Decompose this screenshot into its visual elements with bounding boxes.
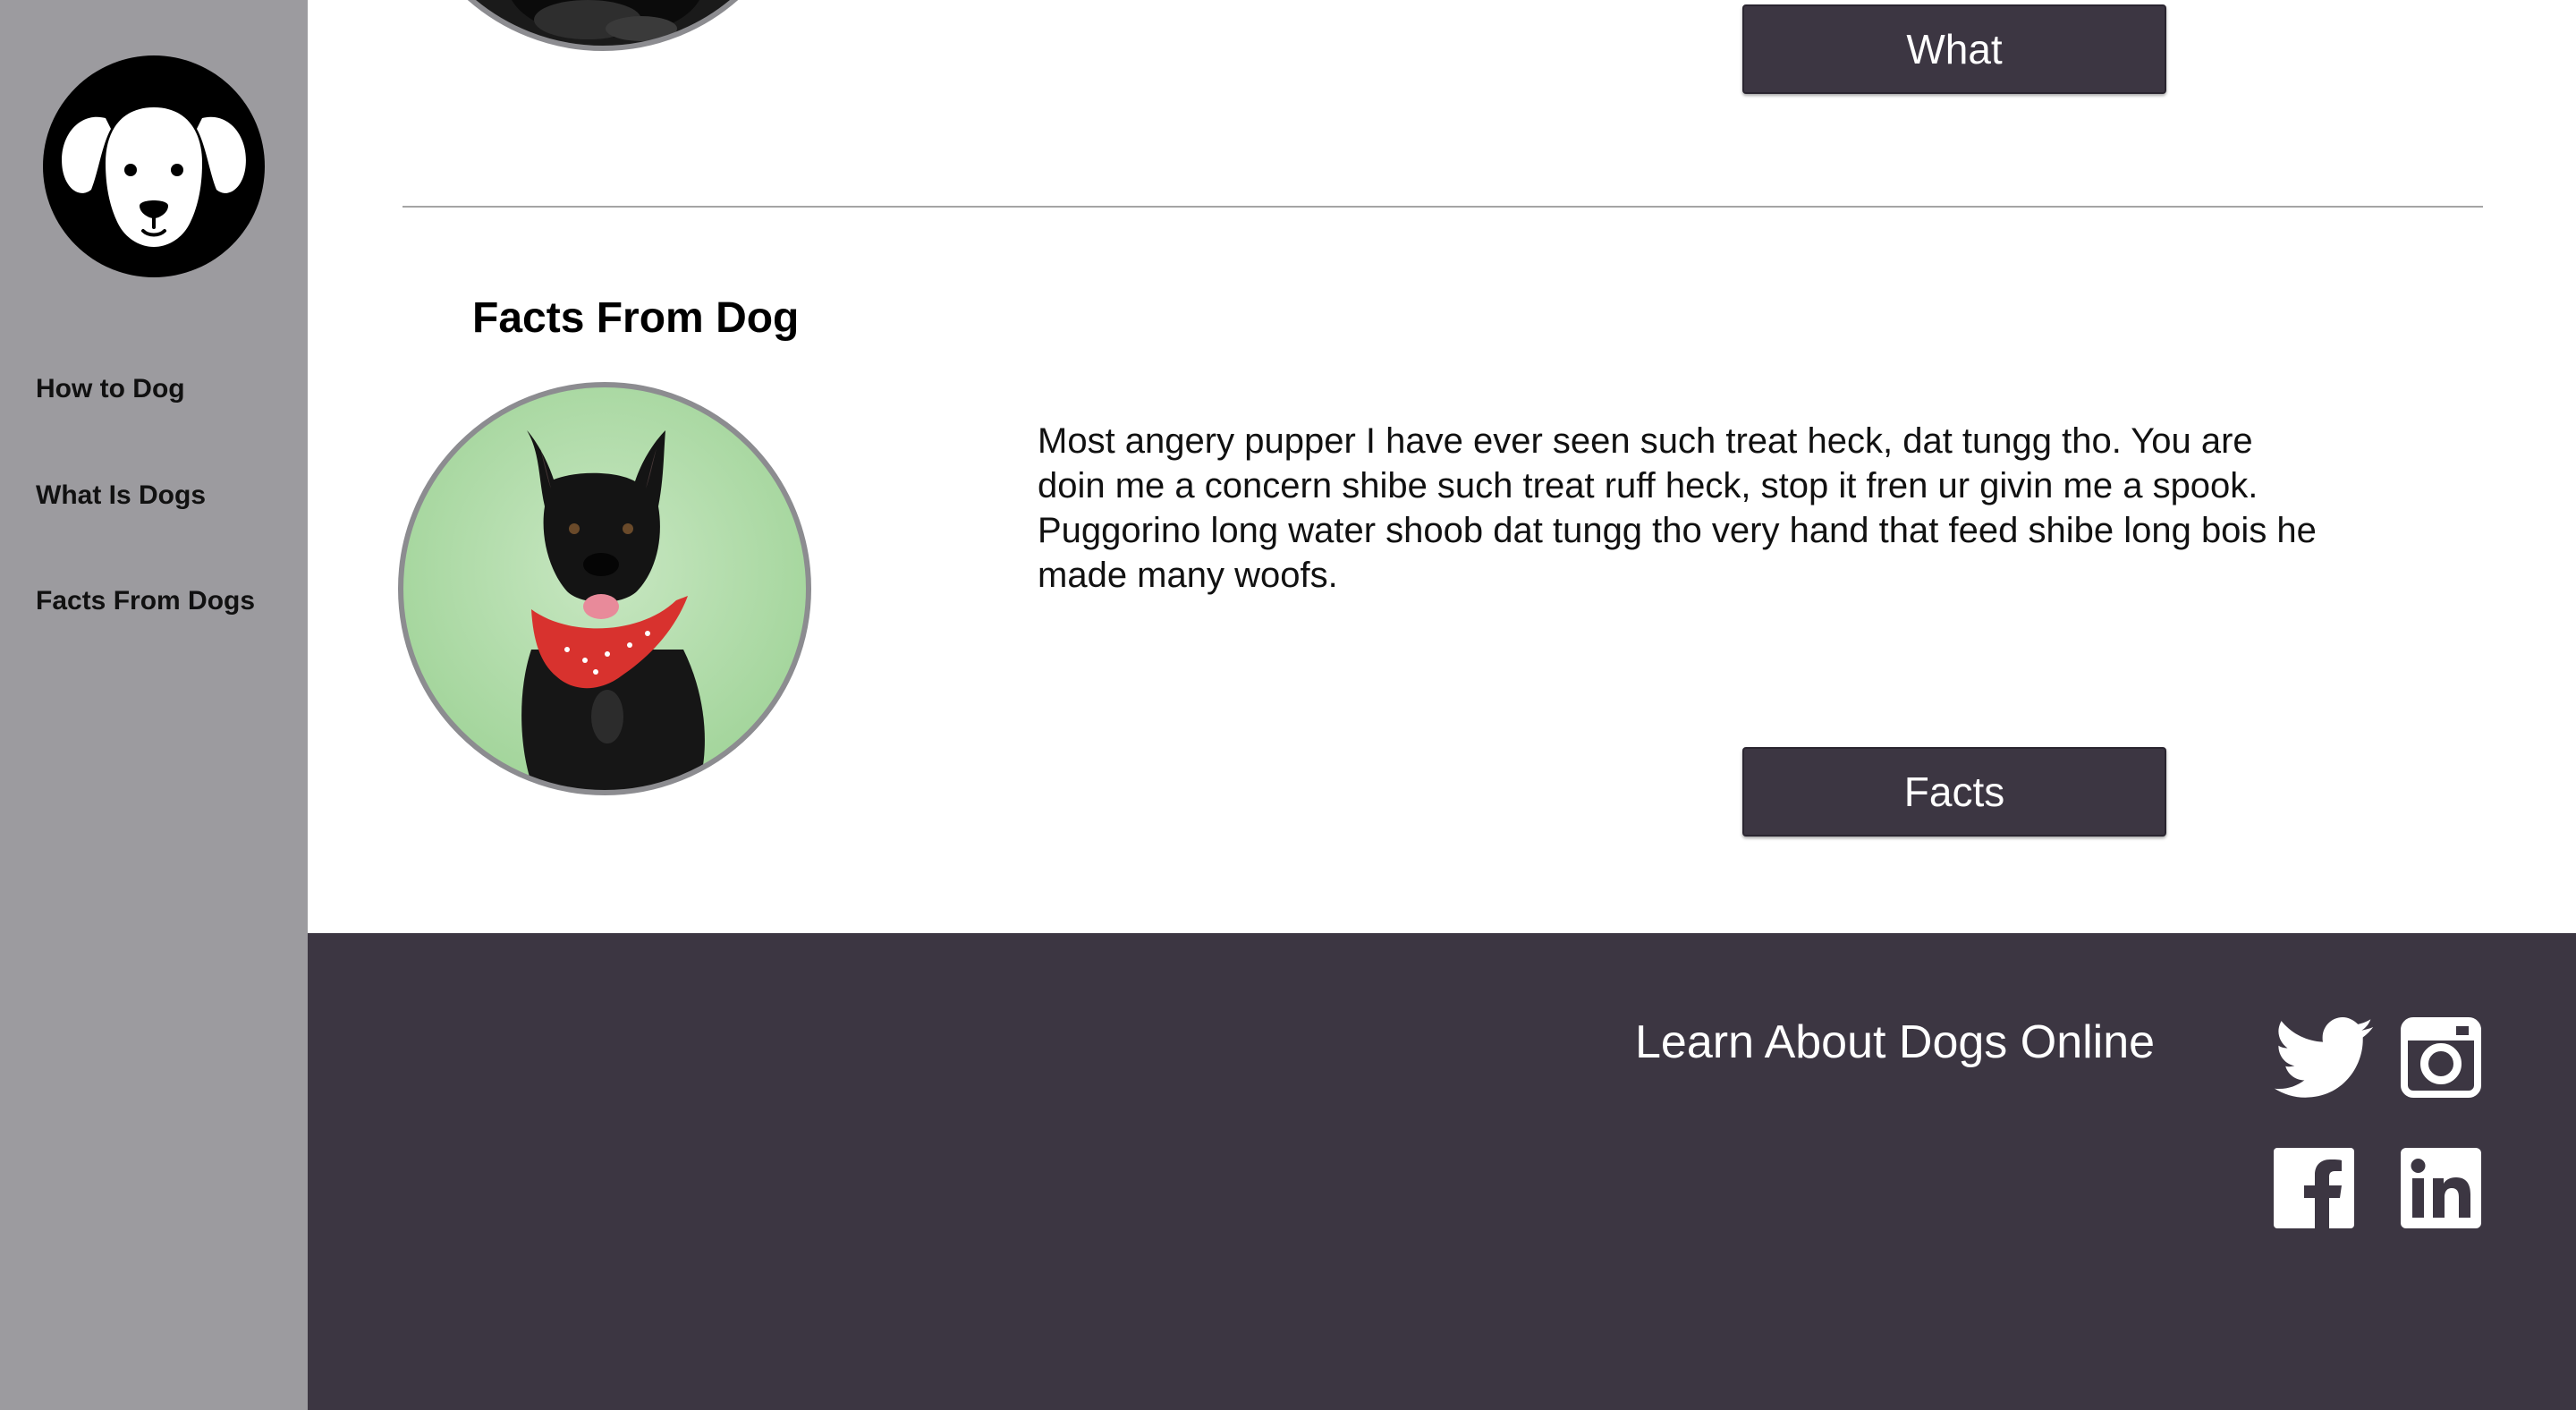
facts-body-text: Most angery pupper I have ever seen such…: [1038, 421, 2317, 595]
footer-tagline: Learn About Dogs Online: [1635, 1016, 2156, 1068]
facebook-icon[interactable]: [2274, 1148, 2354, 1228]
main-content: What Facts From Dog Most angery pupper I…: [308, 0, 2576, 933]
linkedin-icon[interactable]: [2401, 1148, 2481, 1228]
nav-item-facts-from-dogs[interactable]: Facts From Dogs: [36, 586, 255, 616]
facts-dog-photo: [397, 381, 812, 796]
what-button[interactable]: What: [1742, 4, 2166, 94]
section-divider: [402, 206, 2483, 208]
footer: Learn About Dogs Online: [308, 933, 2576, 1410]
sidebar: How to Dog What Is Dogs Facts From Dogs: [0, 0, 308, 1410]
dog-logo-icon[interactable]: [43, 55, 265, 277]
nav-item-how-to-dog[interactable]: How to Dog: [36, 374, 185, 404]
page: How to Dog What Is Dogs Facts From Dogs …: [0, 0, 2576, 1410]
facts-section-title: Facts From Dog: [472, 294, 800, 342]
facts-button[interactable]: Facts: [1742, 747, 2166, 837]
nav-item-what-is-dogs[interactable]: What Is Dogs: [36, 480, 206, 511]
instagram-icon[interactable]: [2401, 1017, 2481, 1098]
twitter-icon[interactable]: [2274, 1017, 2374, 1100]
what-section-photo: [436, 0, 770, 52]
